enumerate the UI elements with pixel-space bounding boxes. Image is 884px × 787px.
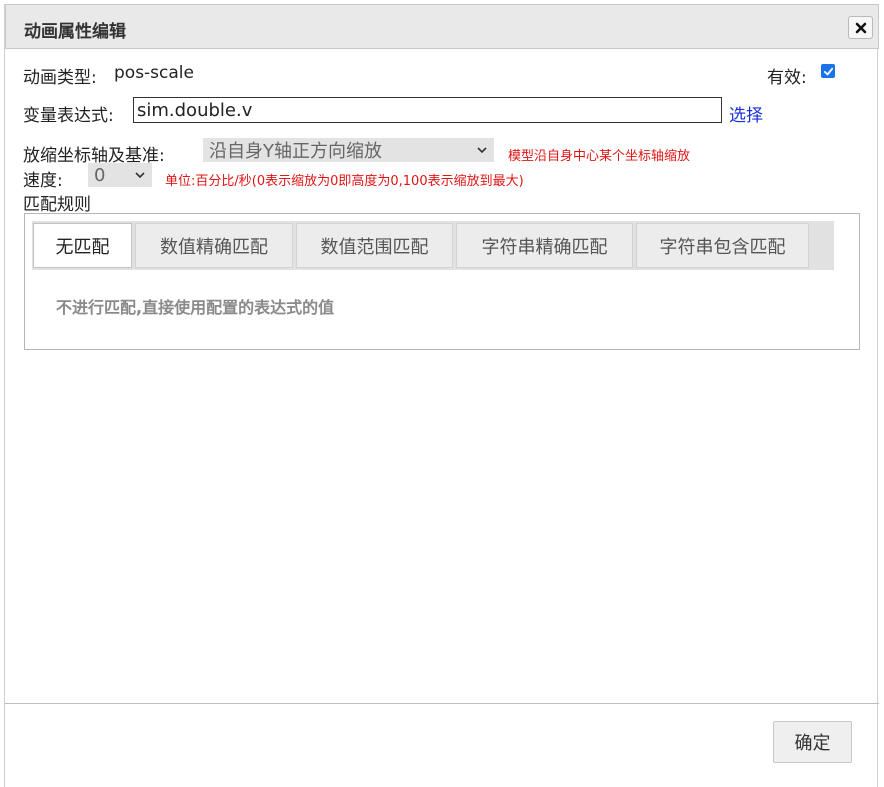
chevron-down-icon xyxy=(477,147,487,154)
dialog-title: 动画属性编辑 xyxy=(24,22,126,42)
speed-selected-value: 0 xyxy=(94,164,106,186)
enabled-checkbox[interactable] xyxy=(821,64,835,78)
tab-numeric-range[interactable]: 数值范围匹配 xyxy=(296,223,453,268)
tab-label: 数值范围匹配 xyxy=(320,236,429,258)
chevron-down-icon xyxy=(135,172,145,179)
expression-input[interactable] xyxy=(133,97,722,123)
dialog-titlebar[interactable]: 动画属性编辑 xyxy=(5,4,879,49)
tab-label: 数值精确匹配 xyxy=(160,236,268,258)
tab-label: 字符串包含匹配 xyxy=(659,236,786,258)
anim-type-value: pos-scale xyxy=(114,63,194,83)
tab-numeric-exact[interactable]: 数值精确匹配 xyxy=(135,223,293,268)
enabled-label: 有效: xyxy=(767,68,807,88)
anim-type-label: 动画类型: xyxy=(23,68,97,88)
match-rules-description: 不进行匹配,直接使用配置的表达式的值 xyxy=(56,298,335,317)
speed-hint: 单位:百分比/秒(0表示缩放为0即高度为0,100表示缩放到最大) xyxy=(165,174,524,189)
tab-string-contains[interactable]: 字符串包含匹配 xyxy=(636,223,809,268)
tab-string-exact[interactable]: 字符串精确匹配 xyxy=(456,223,633,268)
speed-label: 速度: xyxy=(23,171,63,191)
anim-property-dialog: 动画属性编辑 动画类型: pos-scale 有效: 变量表达式: 选择 放缩坐… xyxy=(4,4,879,787)
close-icon xyxy=(855,22,866,33)
scale-axis-hint: 模型沿自身中心某个坐标轴缩放 xyxy=(508,149,691,164)
match-rules-tabbar: 无匹配 数值精确匹配 数值范围匹配 字符串精确匹配 字符串包含匹配 xyxy=(32,221,834,270)
checkmark-icon xyxy=(823,67,833,75)
scale-axis-selected-value: 沿自身Y轴正方向缩放 xyxy=(209,141,382,162)
tab-label: 字符串精确匹配 xyxy=(481,236,608,258)
tab-no-match[interactable]: 无匹配 xyxy=(33,223,132,268)
speed-select[interactable]: 0 xyxy=(88,163,152,187)
expression-label: 变量表达式: xyxy=(23,106,114,126)
tab-label: 无匹配 xyxy=(55,236,110,258)
match-rules-panel: 无匹配 数值精确匹配 数值范围匹配 字符串精确匹配 字符串包含匹配 不进行匹配,… xyxy=(24,213,860,350)
match-rules-label: 匹配规则 xyxy=(23,195,91,215)
ok-button[interactable]: 确定 xyxy=(773,721,852,763)
select-variable-link[interactable]: 选择 xyxy=(729,101,763,126)
scale-axis-select[interactable]: 沿自身Y轴正方向缩放 xyxy=(203,138,494,162)
close-button[interactable] xyxy=(848,16,873,39)
footer-divider xyxy=(5,703,879,704)
